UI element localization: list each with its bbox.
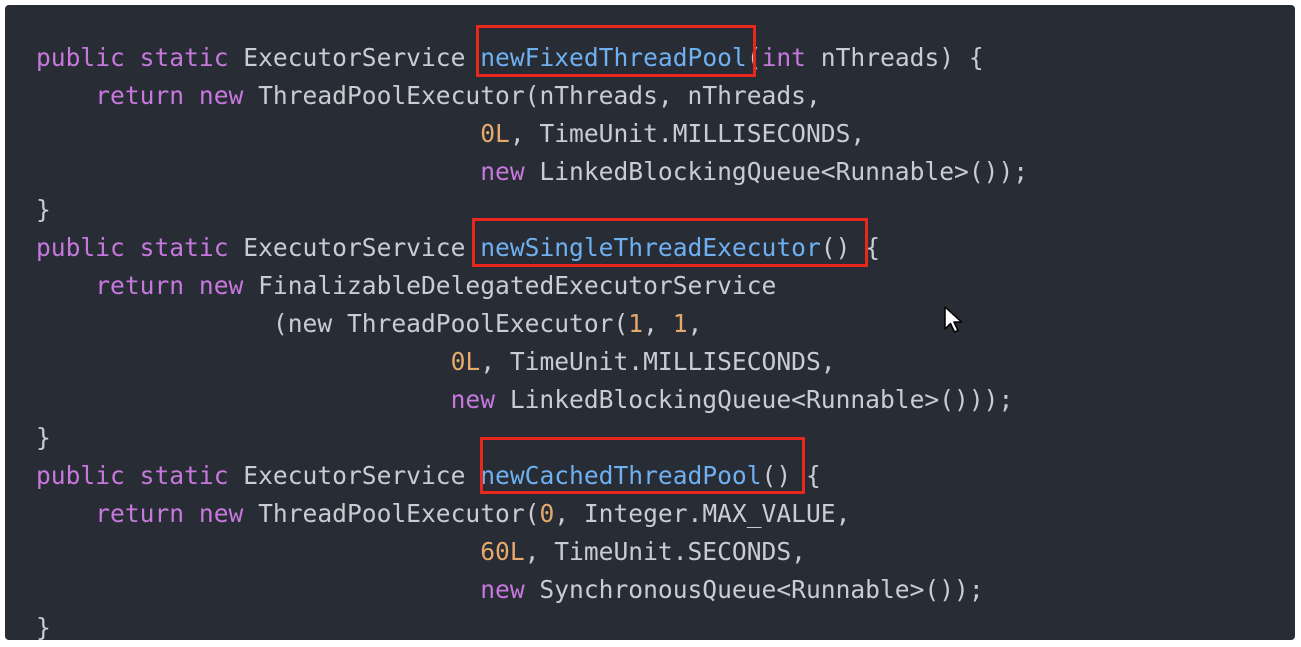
- code-keyword: return: [95, 271, 185, 300]
- code-text: FinalizableDelegatedExecutorService: [243, 271, 777, 300]
- code-keyword: new: [198, 499, 244, 528]
- code-keyword: return: [95, 81, 185, 110]
- code-text: SynchronousQueue<Runnable>());: [524, 575, 984, 604]
- code-text: LinkedBlockingQueue<Runnable>()));: [495, 385, 1014, 414]
- code-text: () {: [761, 461, 821, 490]
- code-line: return new ThreadPoolExecutor(nThreads, …: [36, 77, 1028, 115]
- code-text: }: [36, 195, 51, 224]
- code-text: ,: [643, 309, 673, 338]
- code-text: ,: [687, 309, 703, 338]
- code-line: return new FinalizableDelegatedExecutorS…: [36, 267, 1028, 305]
- code-text: (new ThreadPoolExecutor(: [36, 309, 629, 338]
- mouse-pointer-icon: [943, 305, 965, 335]
- code-keyword: static: [139, 461, 229, 490]
- code-text: () {: [820, 233, 881, 262]
- code-text: ExecutorService: [228, 461, 481, 490]
- code-text: ThreadPoolExecutor(nThreads, nThreads,: [243, 81, 821, 110]
- code-text: ExecutorService: [228, 233, 481, 262]
- code-text: , Integer.MAX_VALUE,: [554, 499, 851, 528]
- code-keyword: public: [36, 461, 125, 490]
- code-keyword: return: [95, 499, 185, 528]
- code-keyword: new: [480, 575, 525, 604]
- code-line: public static ExecutorService newSingleT…: [36, 229, 1028, 267]
- code-line: 60L, TimeUnit.SECONDS,: [36, 533, 1028, 571]
- code-keyword: new: [450, 385, 496, 414]
- code-text: (: [746, 43, 762, 72]
- code-text: , TimeUnit.MILLISECONDS,: [509, 119, 866, 148]
- code-method-name: newSingleThreadExecutor: [480, 233, 821, 262]
- code-line: public static ExecutorService newCachedT…: [36, 457, 1028, 495]
- code-line: (new ThreadPoolExecutor(1, 1,: [36, 305, 1028, 343]
- code-text: ThreadPoolExecutor(: [243, 499, 540, 528]
- code-number: 1: [628, 309, 644, 338]
- code-line: return new ThreadPoolExecutor(0, Integer…: [36, 495, 1028, 533]
- code-keyword: int: [761, 43, 806, 72]
- code-text: , TimeUnit.MILLISECONDS,: [480, 347, 836, 376]
- code-keyword: static: [139, 43, 229, 72]
- code-line: new SynchronousQueue<Runnable>());: [36, 571, 1028, 609]
- code-number: 0L: [450, 347, 481, 376]
- code-text: }: [36, 423, 51, 452]
- code-panel: public static ExecutorService newFixedTh…: [5, 5, 1295, 640]
- code-number: 1: [672, 309, 688, 338]
- code-keyword: public: [36, 43, 125, 72]
- code-keyword: static: [139, 233, 229, 262]
- code-text: , TimeUnit.SECONDS,: [524, 537, 806, 566]
- code-line: 0L, TimeUnit.MILLISECONDS,: [36, 115, 1028, 153]
- code-keyword: new: [198, 271, 244, 300]
- code-line: new LinkedBlockingQueue<Runnable>()));: [36, 381, 1028, 419]
- code-line: }: [36, 609, 1028, 640]
- code-text: LinkedBlockingQueue<Runnable>());: [524, 157, 1029, 186]
- code-text: nThreads) {: [805, 43, 984, 72]
- code-line: public static ExecutorService newFixedTh…: [36, 39, 1028, 77]
- code-method-name: newCachedThreadPool: [480, 461, 762, 490]
- code-line: }: [36, 419, 1028, 457]
- code-keyword: public: [36, 233, 125, 262]
- code-method-name: newFixedThreadPool: [480, 43, 747, 72]
- code-line: }: [36, 191, 1028, 229]
- code-keyword: new: [480, 157, 525, 186]
- code-number: 0: [539, 499, 555, 528]
- code-number: 60L: [480, 537, 525, 566]
- code-line: 0L, TimeUnit.MILLISECONDS,: [36, 343, 1028, 381]
- code-line: new LinkedBlockingQueue<Runnable>());: [36, 153, 1028, 191]
- code-text: }: [36, 613, 51, 640]
- code-text: ExecutorService: [228, 43, 481, 72]
- code-block: public static ExecutorService newFixedTh…: [36, 39, 1028, 640]
- code-number: 0L: [480, 119, 510, 148]
- code-keyword: new: [198, 81, 244, 110]
